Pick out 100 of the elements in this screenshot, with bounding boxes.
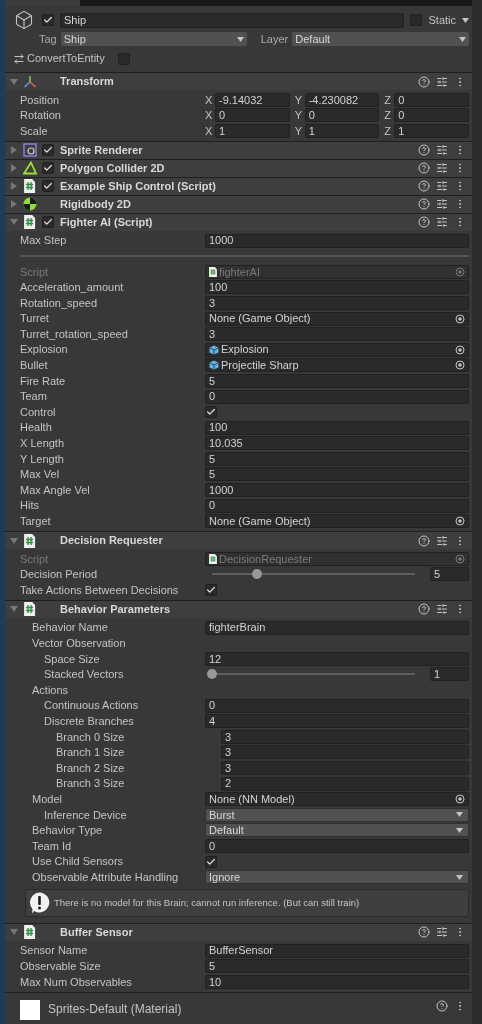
- presets-icon[interactable]: [436, 926, 448, 939]
- value-field[interactable]: 1000: [205, 233, 469, 248]
- checkbox[interactable]: [205, 584, 217, 597]
- checkbox[interactable]: [42, 180, 54, 193]
- value-field[interactable]: 5: [430, 567, 469, 582]
- help-icon[interactable]: [418, 162, 430, 175]
- component-header[interactable]: Sprite Renderer: [5, 141, 472, 159]
- value-field[interactable]: 3: [221, 761, 469, 775]
- help-icon[interactable]: [418, 198, 430, 211]
- object-field[interactable]: Projectile Sharp: [205, 358, 469, 373]
- value-field[interactable]: 0: [304, 108, 380, 123]
- foldout-icon[interactable]: [10, 605, 18, 614]
- layer-dropdown[interactable]: Default: [292, 32, 469, 46]
- value-field[interactable]: 100: [205, 420, 469, 435]
- dropdown[interactable]: Ignore: [205, 870, 469, 885]
- checkbox[interactable]: [42, 216, 54, 229]
- help-icon[interactable]: [418, 534, 430, 547]
- value-field[interactable]: 4: [205, 714, 469, 729]
- checkbox[interactable]: [42, 162, 54, 175]
- checkbox[interactable]: [42, 144, 54, 157]
- value-field[interactable]: BufferSensor: [205, 943, 469, 958]
- value-field[interactable]: 0: [394, 108, 469, 123]
- component-header[interactable]: Buffer Sensor: [5, 923, 472, 941]
- value-field[interactable]: 5: [205, 373, 469, 388]
- checkbox[interactable]: [42, 14, 54, 26]
- presets-icon[interactable]: [436, 216, 448, 229]
- foldout-icon[interactable]: [10, 928, 18, 937]
- component-header[interactable]: Polygon Collider 2D: [5, 159, 472, 177]
- presets-icon[interactable]: [436, 144, 448, 157]
- foldout-icon[interactable]: [10, 182, 18, 191]
- checkbox[interactable]: [205, 855, 217, 868]
- value-field[interactable]: 5: [205, 467, 469, 482]
- dropdown[interactable]: Burst: [205, 807, 469, 822]
- component-header[interactable]: Transform: [5, 73, 472, 90]
- foldout-icon[interactable]: [10, 164, 18, 173]
- value-field[interactable]: -4.230082: [304, 92, 380, 107]
- presets-icon[interactable]: [436, 603, 448, 616]
- value-field[interactable]: 100: [205, 280, 469, 295]
- presets-icon[interactable]: [436, 534, 448, 547]
- value-field[interactable]: 1: [394, 124, 469, 138]
- value-field[interactable]: 5: [205, 959, 469, 974]
- value-field[interactable]: fighterBrain: [205, 620, 469, 635]
- target-picker-icon[interactable]: [455, 516, 465, 527]
- value-field[interactable]: 0: [205, 389, 469, 404]
- help-icon[interactable]: [418, 603, 430, 616]
- name-field[interactable]: Ship: [60, 12, 405, 28]
- value-field[interactable]: 12: [205, 651, 469, 666]
- value-field[interactable]: 10.035: [205, 436, 469, 451]
- help-icon[interactable]: [418, 926, 430, 939]
- value-field[interactable]: 0: [205, 698, 469, 713]
- value-field[interactable]: 0: [205, 498, 469, 513]
- value-field[interactable]: -9.14032: [215, 92, 290, 107]
- presets-icon[interactable]: [436, 162, 448, 175]
- target-picker-icon[interactable]: [455, 794, 465, 805]
- presets-icon[interactable]: [436, 180, 448, 193]
- tag-dropdown[interactable]: Ship: [60, 32, 247, 46]
- help-icon[interactable]: [418, 144, 430, 157]
- value-field[interactable]: 3: [205, 295, 469, 310]
- object-field[interactable]: Explosion: [205, 342, 469, 357]
- value-field[interactable]: 3: [205, 327, 469, 342]
- target-picker-icon[interactable]: [455, 313, 465, 324]
- value-field[interactable]: 1: [215, 124, 290, 138]
- slider-handle[interactable]: [251, 569, 262, 580]
- foldout-icon[interactable]: [10, 77, 18, 86]
- value-field[interactable]: 1: [304, 124, 380, 138]
- target-picker-icon[interactable]: [455, 360, 465, 371]
- target-picker-icon[interactable]: [455, 344, 465, 355]
- foldout-icon[interactable]: [10, 146, 18, 155]
- object-field[interactable]: None (Game Object): [205, 514, 469, 529]
- component-header[interactable]: Rigidbody 2D: [5, 195, 472, 213]
- help-icon[interactable]: [436, 999, 448, 1012]
- value-field[interactable]: 0: [215, 108, 290, 123]
- help-icon[interactable]: [418, 216, 430, 229]
- foldout-icon[interactable]: [10, 200, 18, 209]
- foldout-icon[interactable]: [10, 218, 18, 227]
- scrollbar[interactable]: [472, 0, 482, 1024]
- value-field[interactable]: 2: [221, 776, 469, 791]
- slider-handle[interactable]: [207, 669, 217, 680]
- help-icon[interactable]: [418, 75, 430, 88]
- component-header[interactable]: Example Ship Control (Script): [5, 177, 472, 195]
- checkbox[interactable]: [118, 52, 130, 65]
- component-header[interactable]: Fighter AI (Script): [5, 213, 472, 231]
- presets-icon[interactable]: [436, 75, 448, 88]
- component-header[interactable]: Decision Requester: [5, 532, 472, 550]
- dropdown[interactable]: Default: [205, 823, 469, 838]
- object-field[interactable]: None (NN Model): [205, 792, 469, 807]
- value-field[interactable]: 0: [205, 838, 469, 853]
- object-field[interactable]: None (Game Object): [205, 311, 469, 326]
- value-field[interactable]: 3: [221, 745, 469, 760]
- value-field[interactable]: 5: [205, 451, 469, 466]
- component-header[interactable]: Behavior Parameters: [5, 600, 472, 618]
- foldout-icon[interactable]: [10, 536, 18, 545]
- value-field[interactable]: 10: [205, 974, 469, 989]
- value-field[interactable]: 1: [430, 667, 469, 682]
- value-field[interactable]: 0: [394, 92, 469, 107]
- presets-icon[interactable]: [436, 198, 448, 211]
- checkbox[interactable]: [205, 406, 217, 419]
- help-icon[interactable]: [418, 180, 430, 193]
- checkbox[interactable]: [410, 14, 423, 26]
- value-field[interactable]: 1000: [205, 483, 469, 498]
